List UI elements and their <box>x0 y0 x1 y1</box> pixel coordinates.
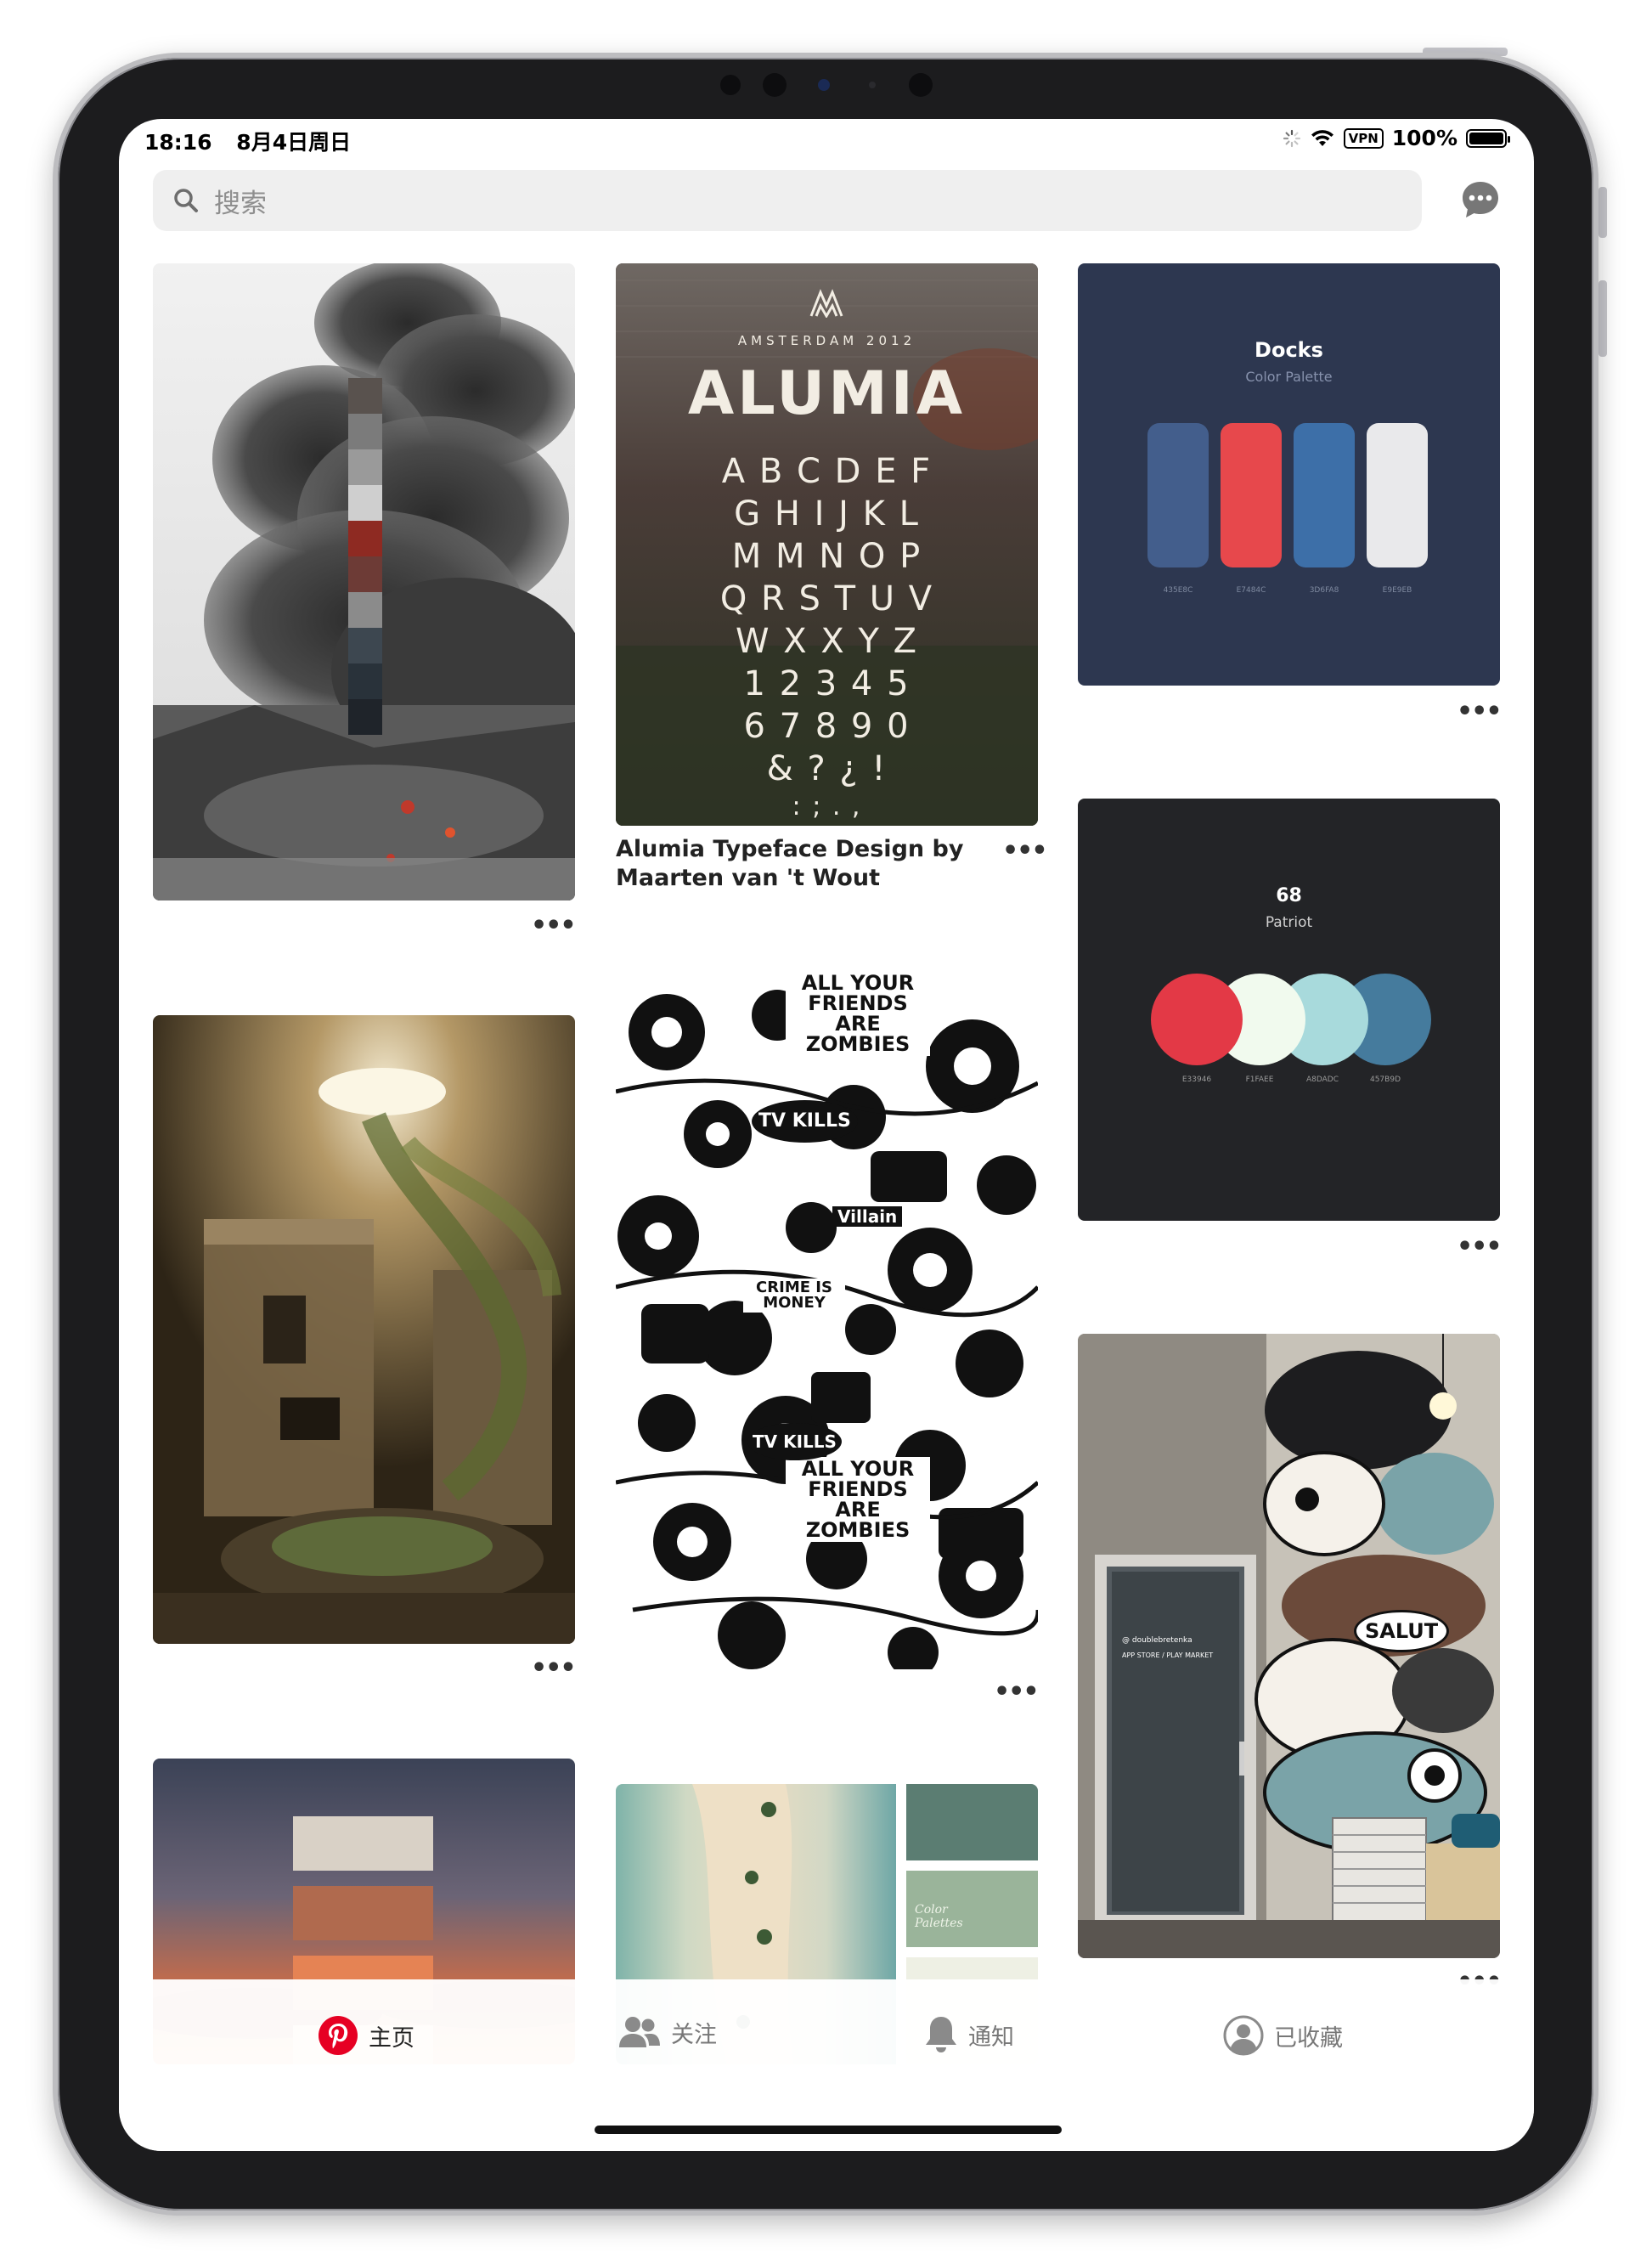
alumia-glyph-row: G H I J K L <box>734 494 920 534</box>
messages-icon[interactable] <box>1459 178 1502 221</box>
zombies-villain-label: Villain <box>832 1206 903 1227</box>
pin-zombies[interactable]: ALL YOUR FRIENDS ARE ZOMBIES TV KILLS CR… <box>616 964 1038 1669</box>
docks-swatch <box>1294 423 1355 567</box>
search-input[interactable]: 搜索 <box>214 182 267 220</box>
pin-docks-palette[interactable]: Docks Color Palette 435E8C E7484C 3D6FA8 E9… <box>1078 263 1500 686</box>
pin-zombies-more-icon[interactable]: ••• <box>994 1680 1040 1705</box>
tab-saved-label: 已收藏 <box>1274 2024 1343 2052</box>
battery-level <box>1469 132 1503 144</box>
battery-percent: 100% <box>1391 126 1457 150</box>
docks-swatch-hex: 3D6FA8 <box>1309 586 1339 595</box>
tab-home-label: 主页 <box>369 2024 414 2052</box>
alumia-title: ALUMIA <box>687 359 966 428</box>
alumia-glyph-row: W X X Y Z <box>735 622 919 661</box>
docks-subtitle: Color Palette <box>1245 369 1333 385</box>
docks-title: Docks <box>1255 338 1323 362</box>
profile-avatar-icon <box>1223 2015 1264 2056</box>
alumia-glyph-row: : ; . , <box>792 792 862 821</box>
pin-ruins[interactable] <box>153 1015 575 1644</box>
alumia-glyph-row: 6 7 8 9 0 <box>743 707 911 746</box>
patriot-number: 68 <box>1276 885 1302 906</box>
camera-bar <box>712 68 950 102</box>
vpn-badge: VPN <box>1343 127 1384 149</box>
alumia-glyph-row: A B C D E F <box>721 452 933 491</box>
screen: 18:16 8月4日周日 VPN 100% 搜索 ••• ••• AMSTERD… <box>119 119 1534 2151</box>
docks-swatch <box>1367 423 1428 567</box>
zombies-pattern <box>616 964 1038 1669</box>
alumia-glyph-row: & ? ¿ ! <box>766 749 888 788</box>
zombies-headline-repeat: ALL YOUR FRIENDS ARE ZOMBIES <box>786 1457 930 1542</box>
bell-icon <box>926 2017 956 2052</box>
search-bar[interactable]: 搜索 <box>153 170 1422 231</box>
mural-image <box>1078 1334 1500 1958</box>
pin-alumia[interactable]: AMSTERDAM 2012 ALUMIA A B C D E FG H I J… <box>616 263 1038 826</box>
beach-palette-label: Color Palettes <box>915 1903 963 1930</box>
pin-volcano[interactable] <box>153 263 575 901</box>
pin-ruins-more-icon[interactable]: ••• <box>531 1656 577 1681</box>
alumia-city: AMSTERDAM 2012 <box>737 333 916 348</box>
pin-docks-more-icon[interactable]: ••• <box>1457 699 1503 725</box>
tab-home[interactable]: 主页 <box>318 2015 414 2056</box>
docks-swatch-hex: 435E8C <box>1163 586 1193 595</box>
tab-saved[interactable]: 已收藏 <box>1223 2015 1343 2056</box>
zombies-tv-label-repeat: TV KILLS <box>747 1423 842 1460</box>
palette-strip <box>348 378 382 735</box>
pinterest-logo-icon <box>319 2016 358 2055</box>
pin-patriot-palette[interactable]: 68 Patriot E33946 F1FAEE A8DADC 457B9D <box>1078 799 1500 1221</box>
pin-patriot-more-icon[interactable]: ••• <box>1457 1234 1503 1260</box>
pin-mural[interactable]: @ doublebretenka APP STORE / PLAY MARKET… <box>1078 1334 1500 1958</box>
pin-volcano-more-icon[interactable]: ••• <box>531 913 577 939</box>
wifi-icon <box>1311 129 1333 146</box>
tab-notifications-label: 通知 <box>968 2024 1014 2051</box>
alumia-glyph-row: 1 2 3 4 5 <box>743 664 911 703</box>
docks-swatch-hex: E7484C <box>1236 586 1266 595</box>
pin-alumia-more-icon[interactable]: ••• <box>1002 838 1048 864</box>
mural-instagram-handle: @ doublebretenka <box>1122 1636 1192 1645</box>
status-date: 8月4日周日 <box>236 130 352 155</box>
docks-swatch <box>1221 423 1282 567</box>
people-icon <box>619 2017 660 2047</box>
ruins-image <box>153 1015 575 1644</box>
tab-notifications[interactable]: 通知 <box>924 2015 1014 2054</box>
status-bar: 18:16 8月4日周日 VPN 100% <box>119 119 1534 156</box>
patriot-swatch <box>1151 974 1243 1065</box>
zombies-tv-label: TV KILLS <box>752 1100 858 1143</box>
loading-spinner-icon <box>1283 129 1300 147</box>
pin-alumia-title[interactable]: Alumia Typeface Design by Maarten van 't… <box>616 835 990 893</box>
alumia-glyph-row: M M N O P <box>731 537 922 576</box>
zombies-crime-label: CRIME IS MONEY <box>743 1279 845 1313</box>
search-icon <box>174 189 198 212</box>
tab-following-label: 关注 <box>671 2021 717 2048</box>
mural-store-text: APP STORE / PLAY MARKET <box>1122 1651 1214 1659</box>
mural-salut: SALUT <box>1354 1610 1450 1652</box>
alumia-glyph-row: Q R S T U V <box>719 579 934 618</box>
patriot-swatch-hex: 457B9D <box>1369 1076 1401 1084</box>
docks-swatch <box>1147 423 1209 567</box>
side-button <box>1598 280 1607 357</box>
status-time: 18:16 <box>144 130 212 155</box>
home-indicator[interactable] <box>595 2126 1062 2134</box>
alumia-logo-icon <box>809 289 843 318</box>
patriot-name: Patriot <box>1265 914 1313 931</box>
power-button <box>1598 187 1607 238</box>
docks-swatch-hex: E9E9EB <box>1382 586 1412 595</box>
battery-icon <box>1466 128 1510 148</box>
tab-following[interactable]: 关注 <box>618 2015 717 2049</box>
zombies-headline: ALL YOUR FRIENDS ARE ZOMBIES <box>786 971 930 1056</box>
